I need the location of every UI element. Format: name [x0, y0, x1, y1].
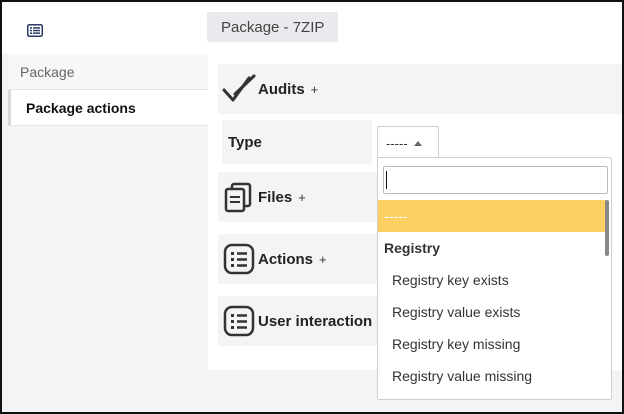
app-window: Package - 7ZIP Package Package actions A… [0, 0, 624, 414]
type-field-label: Type [228, 133, 262, 151]
section-actions[interactable]: Actions + [218, 234, 378, 284]
sidebar: Package Package actions [8, 54, 208, 128]
section-files-label: Files [258, 188, 293, 206]
section-user-interaction-label: User interaction [258, 312, 373, 330]
dropdown-option-empty[interactable]: ----- [378, 200, 606, 232]
sidebar-item-package[interactable]: Package [8, 54, 208, 90]
dropdown-option-registry-value-missing[interactable]: Registry value missing [378, 360, 606, 392]
section-audits-label: Audits [258, 80, 305, 98]
add-action-button[interactable]: + [319, 252, 327, 267]
dropdown-option-registry-value-exists[interactable]: Registry value exists [378, 296, 606, 328]
type-select[interactable]: ----- [377, 126, 439, 160]
double-check-icon [222, 72, 256, 106]
section-audits[interactable]: Audits + [218, 64, 622, 114]
top-bar: Package - 7ZIP [2, 2, 622, 54]
section-files[interactable]: Files + [218, 172, 378, 222]
list-icon[interactable] [24, 20, 46, 40]
list-icon [222, 242, 256, 276]
section-user-interaction[interactable]: User interaction [218, 296, 378, 346]
copy-files-icon [222, 180, 256, 214]
page-title: Package - 7ZIP [207, 12, 339, 42]
dropdown-scrollbar[interactable] [605, 200, 609, 256]
dropdown-option-registry-key-missing[interactable]: Registry key missing [378, 328, 606, 360]
dropdown-options: ----- Registry Registry key exists Regis… [378, 200, 606, 392]
type-field-row: Type [222, 120, 372, 164]
dropdown-search-input[interactable] [383, 166, 608, 194]
text-cursor [386, 171, 387, 189]
section-actions-label: Actions [258, 250, 314, 268]
add-audit-button[interactable]: + [311, 82, 319, 97]
type-dropdown: ----- Registry Registry key exists Regis… [377, 157, 612, 400]
add-file-button[interactable]: + [298, 190, 306, 205]
dropdown-option-registry-key-exists[interactable]: Registry key exists [378, 264, 606, 296]
sidebar-item-package-actions[interactable]: Package actions [8, 90, 208, 126]
type-select-value: ----- [386, 135, 408, 151]
list-icon [222, 304, 256, 338]
triangle-up-icon [413, 140, 422, 146]
dropdown-group-registry: Registry [384, 240, 441, 256]
